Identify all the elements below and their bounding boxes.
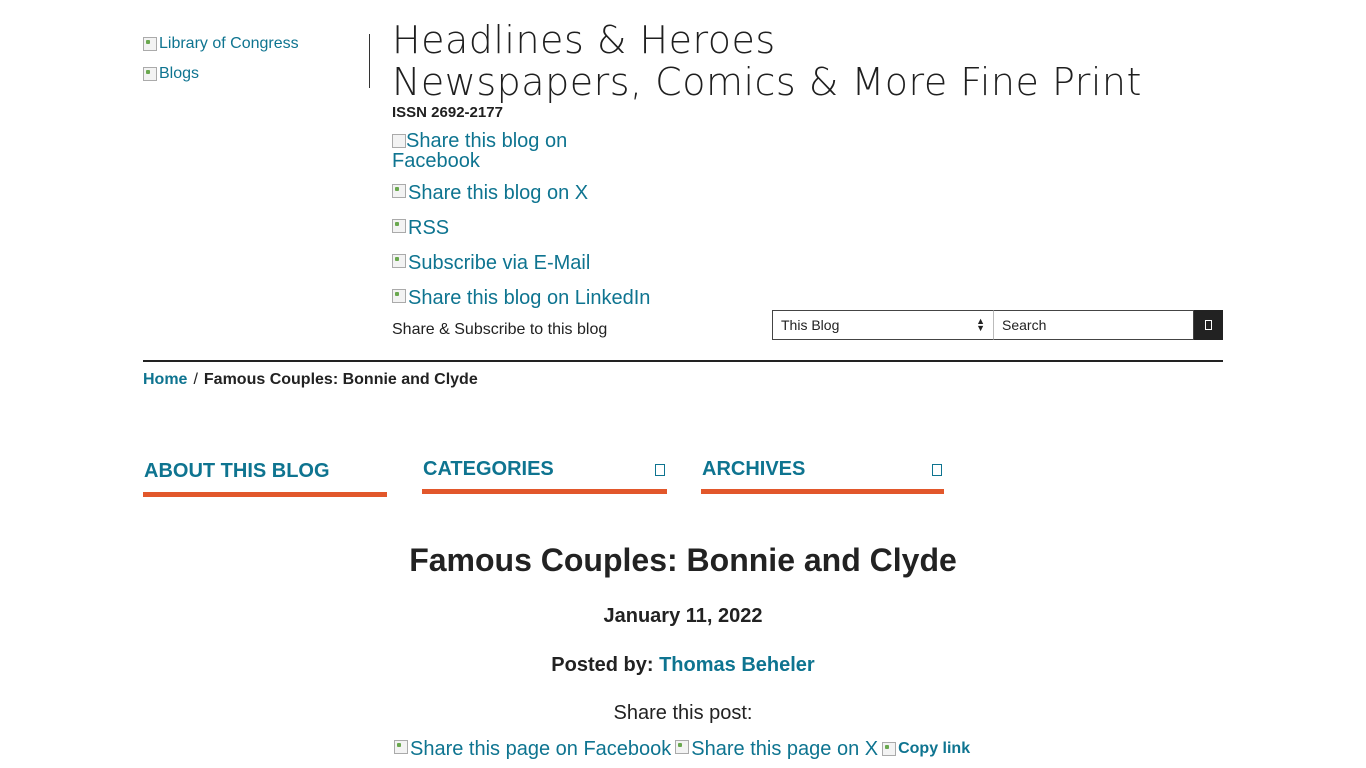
share-page-facebook-label: Share this page on Facebook: [410, 738, 672, 760]
breadcrumb-home-link[interactable]: Home: [143, 371, 187, 388]
x-icon: [675, 740, 690, 754]
posted-by-label: Posted by:: [551, 654, 654, 676]
tab-about-this-blog[interactable]: ABOUT THIS BLOG: [143, 460, 387, 497]
tab-categories-label: CATEGORIES: [423, 458, 554, 480]
search-icon: [1205, 320, 1212, 330]
blogs-logo[interactable]: Blogs: [143, 65, 199, 83]
expand-icon: [655, 464, 665, 476]
linkedin-icon: [392, 289, 406, 303]
share-page-facebook-link[interactable]: Share this page on Facebook: [394, 738, 671, 761]
tab-archives-label: ARCHIVES: [702, 458, 806, 480]
broken-image-icon: [143, 37, 157, 51]
share-blog-x-label: Share this blog on X: [408, 182, 589, 204]
tab-archives[interactable]: ARCHIVES: [701, 458, 944, 494]
breadcrumb: Home / Famous Couples: Bonnie and Clyde: [143, 371, 478, 389]
rss-icon: [392, 219, 406, 233]
share-blog-linkedin-link[interactable]: Share this blog on LinkedIn: [392, 287, 650, 310]
share-subscribe-caption: Share & Subscribe to this blog: [392, 321, 608, 338]
library-of-congress-logo[interactable]: Library of Congress: [143, 35, 299, 53]
issn: ISSN 2692-2177: [392, 104, 503, 121]
header-rule: [143, 360, 1223, 362]
select-arrows-icon: ▲ ▼: [976, 316, 985, 333]
author-link[interactable]: Thomas Beheler: [659, 654, 815, 676]
breadcrumb-current: Famous Couples: Bonnie and Clyde: [203, 371, 478, 388]
share-page-x-link[interactable]: Share this page on X: [675, 738, 878, 761]
share-blog-facebook-label: Share this blog on Facebook: [392, 130, 568, 172]
share-blog-facebook-link[interactable]: Share this blog on Facebook: [392, 131, 622, 171]
blog-subtitle: Newspapers, Comics & More Fine Print: [392, 60, 1142, 104]
header-divider: [369, 34, 370, 88]
share-post-row: Share this page on Facebook Share this p…: [394, 738, 970, 761]
post-title: Famous Couples: Bonnie and Clyde: [409, 542, 957, 578]
share-blog-linkedin-label: Share this blog on LinkedIn: [408, 287, 651, 309]
tab-categories[interactable]: CATEGORIES: [422, 458, 667, 494]
search-scope-value: This Blog: [781, 317, 840, 333]
broken-image-icon: [143, 67, 157, 81]
blog-title: Headlines & Heroes: [392, 18, 776, 62]
post-author-line: Posted by: Thomas Beheler: [0, 654, 1366, 677]
x-icon: [392, 184, 406, 198]
facebook-icon: [394, 740, 408, 754]
copy-link-label: Copy link: [898, 740, 971, 757]
tab-about-label: ABOUT THIS BLOG: [144, 460, 330, 482]
subscribe-email-label: Subscribe via E-Mail: [408, 252, 591, 274]
facebook-icon: [392, 134, 406, 148]
share-page-x-label: Share this page on X: [691, 738, 879, 760]
rss-link[interactable]: RSS: [392, 217, 449, 240]
search-form: This Blog ▲ ▼ Search: [772, 310, 1223, 340]
link-icon: [882, 742, 897, 756]
email-icon: [392, 254, 406, 268]
search-scope-select[interactable]: This Blog ▲ ▼: [772, 310, 993, 340]
share-blog-x-link[interactable]: Share this blog on X: [392, 182, 588, 205]
search-button[interactable]: [1194, 310, 1223, 340]
post-date: January 11, 2022: [603, 605, 763, 627]
breadcrumb-separator: /: [193, 371, 198, 388]
loc-logo-alt: Library of Congress: [159, 35, 299, 52]
copy-link-button[interactable]: Copy link: [882, 740, 970, 758]
rss-label: RSS: [408, 217, 450, 239]
subscribe-email-link[interactable]: Subscribe via E-Mail: [392, 252, 590, 275]
blogs-logo-alt: Blogs: [159, 65, 200, 82]
search-input[interactable]: Search: [993, 310, 1194, 340]
expand-icon: [932, 464, 942, 476]
share-post-label: Share this post:: [613, 702, 753, 724]
search-placeholder: Search: [1002, 317, 1047, 333]
